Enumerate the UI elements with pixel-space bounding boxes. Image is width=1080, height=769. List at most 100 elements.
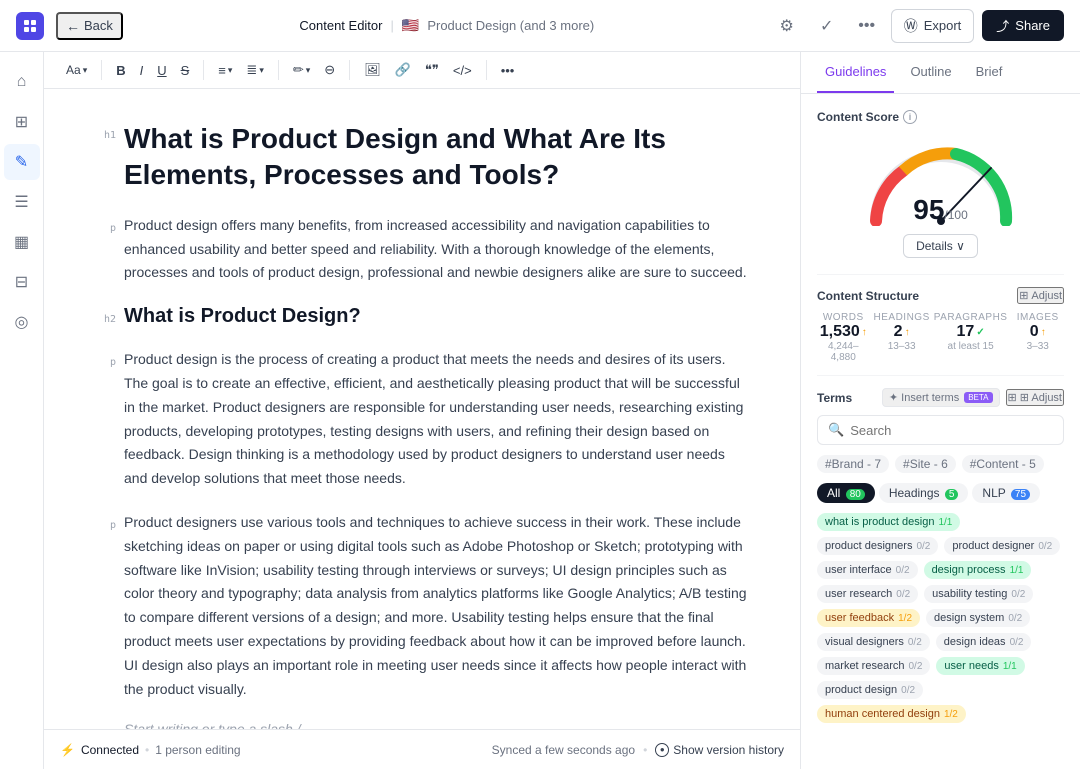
term-tag[interactable]: human centered design 1/2 <box>817 705 966 723</box>
structure-adjust-button[interactable]: ⊞ Adjust <box>1017 287 1064 304</box>
terms-adjust-button[interactable]: ⊞ ⊞ Adjust <box>1006 389 1064 406</box>
sidebar-item-chart[interactable]: ▦ <box>4 224 40 260</box>
hashtag-site[interactable]: #Site - 6 <box>895 455 956 473</box>
terms-search-box[interactable]: 🔍 <box>817 415 1064 445</box>
h1-tag: h1 <box>92 121 124 143</box>
toolbar-separator-3 <box>278 60 279 80</box>
term-tag[interactable]: design ideas 0/2 <box>936 633 1032 651</box>
editing-label: 1 person editing <box>155 743 240 757</box>
link-button[interactable]: 🔗 <box>389 58 417 82</box>
quote-button[interactable]: ❝❞ <box>419 58 445 82</box>
font-size-button[interactable]: Aa ▾ <box>60 59 93 81</box>
tab-guidelines[interactable]: Guidelines <box>817 52 894 93</box>
term-tag[interactable]: user interface 0/2 <box>817 561 918 579</box>
sidebar-item-edit[interactable]: ✎ <box>4 144 40 180</box>
term-tag[interactable]: market research 0/2 <box>817 657 930 675</box>
article-h2[interactable]: What is Product Design? <box>124 305 752 328</box>
right-panel: Guidelines Outline Brief Content Score i <box>800 52 1080 769</box>
term-tag[interactable]: product designer 0/2 <box>944 537 1060 555</box>
terms-search-input[interactable] <box>850 423 1053 438</box>
more-button[interactable]: ••• <box>851 10 883 42</box>
sidebar-item-target[interactable]: ◎ <box>4 304 40 340</box>
term-tag[interactable]: user needs 1/1 <box>936 657 1024 675</box>
structure-header: Content Structure ⊞ Adjust <box>817 287 1064 304</box>
italic-button[interactable]: I <box>134 59 150 82</box>
content-score-label: Content Score <box>817 110 899 124</box>
reduce-button[interactable]: ⊖ <box>318 58 341 82</box>
settings-button[interactable]: ⚙ <box>771 10 803 42</box>
sidebar-item-list[interactable]: ☰ <box>4 184 40 220</box>
words-label: WORDS <box>817 312 870 323</box>
term-tag[interactable]: user feedback 1/2 <box>817 609 920 627</box>
separator: | <box>390 18 393 33</box>
details-button[interactable]: Details ∨ <box>903 234 978 258</box>
code-button[interactable]: </> <box>447 59 478 82</box>
term-tag[interactable]: usability testing 0/2 <box>924 585 1033 603</box>
highlight-button[interactable]: ✏ ▾ <box>287 58 316 82</box>
term-tag[interactable]: user research 0/2 <box>817 585 918 603</box>
filter-all[interactable]: All 80 <box>817 483 875 503</box>
term-tag[interactable]: product design 0/2 <box>817 681 923 699</box>
history-icon: ● <box>655 743 669 757</box>
list-button[interactable]: ≣ ▾ <box>240 58 269 82</box>
term-tag[interactable]: product designers 0/2 <box>817 537 938 555</box>
editor-placeholder[interactable]: Start writing or type a slash / <box>124 721 301 729</box>
image-button[interactable]: 🖼 <box>358 58 387 82</box>
term-tag[interactable]: what is product design 1/1 <box>817 513 960 531</box>
terms-list: what is product design 1/1 product design… <box>817 513 1064 723</box>
image-icon: 🖼 <box>364 62 381 78</box>
hashtag-brand[interactable]: #Brand - 7 <box>817 455 889 473</box>
toolbar-more-button[interactable]: ••• <box>495 59 521 82</box>
sidebar-item-table[interactable]: ⊟ <box>4 264 40 300</box>
underline-button[interactable]: U <box>151 59 172 82</box>
article-p2[interactable]: Product design is the process of creatin… <box>124 348 752 491</box>
insert-terms-button[interactable]: ✦ Insert terms BETA <box>882 388 1000 407</box>
toolbar-separator-5 <box>486 60 487 80</box>
term-tag[interactable]: design system 0/2 <box>926 609 1030 627</box>
term-score: 1/1 <box>1010 565 1024 576</box>
topbar-center: Content Editor | 🇺🇸 Product Design (and … <box>135 17 759 34</box>
sidebar-item-home[interactable]: ⌂ <box>4 64 40 100</box>
toolbar-separator-4 <box>349 60 350 80</box>
quote-icon: ❝❞ <box>425 62 439 78</box>
headings-label: HEADINGS <box>874 312 930 323</box>
editor-content[interactable]: h1 What is Product Design and What Are I… <box>44 89 800 729</box>
sidebar-item-grid[interactable]: ⊞ <box>4 104 40 140</box>
h2-body[interactable]: What is Product Design? <box>124 305 752 328</box>
headings-range: 13–33 <box>874 341 930 352</box>
dropdown-chevron: ▾ <box>83 65 88 76</box>
p3-body[interactable]: Product designers use various tools and … <box>124 511 752 701</box>
align-button[interactable]: ≡ ▾ <box>212 59 238 82</box>
search-icon: 🔍 <box>828 422 844 438</box>
tab-brief[interactable]: Brief <box>968 52 1011 93</box>
info-icon[interactable]: i <box>903 110 917 124</box>
toolbar-font-group: Aa ▾ <box>60 59 93 81</box>
bold-button[interactable]: B <box>110 59 131 82</box>
p2-body[interactable]: Product design is the process of creatin… <box>124 348 752 491</box>
article-p1[interactable]: Product design offers many benefits, fro… <box>124 214 752 285</box>
placeholder-body[interactable]: Start writing or type a slash / <box>124 721 752 729</box>
article-title[interactable]: What is Product Design and What Are Its … <box>124 121 752 194</box>
term-tag[interactable]: design process 1/1 <box>924 561 1032 579</box>
back-button[interactable]: ← Back <box>56 12 123 40</box>
filter-headings[interactable]: Headings 5 <box>879 483 969 503</box>
share-button[interactable]: ⤴ Share <box>982 10 1064 41</box>
h1-body[interactable]: What is Product Design and What Are Its … <box>124 121 752 194</box>
term-label: market research <box>825 660 904 672</box>
adjust-label: Adjust <box>1031 290 1062 302</box>
term-tag[interactable]: visual designers 0/2 <box>817 633 930 651</box>
hashtag-content[interactable]: #Content - 5 <box>962 455 1044 473</box>
stat-images: IMAGES 0 ↑ 3–33 <box>1011 312 1064 363</box>
editor-toolbar: Aa ▾ B I U S ≡ ▾ ≣ ▾ <box>44 52 800 89</box>
term-label: usability testing <box>932 588 1007 600</box>
check-button[interactable]: ✓ <box>811 10 843 42</box>
tab-outline[interactable]: Outline <box>902 52 959 93</box>
nlp-count-badge: 75 <box>1011 489 1030 500</box>
filter-nlp[interactable]: NLP 75 <box>972 483 1040 503</box>
p1-body[interactable]: Product design offers many benefits, fro… <box>124 214 752 285</box>
version-history-link[interactable]: ● Show version history <box>655 743 784 757</box>
article-p3[interactable]: Product designers use various tools and … <box>124 511 752 701</box>
export-button[interactable]: Ⓦ Export <box>891 9 975 43</box>
term-score: 0/2 <box>1038 541 1052 552</box>
strikethrough-button[interactable]: S <box>175 59 196 82</box>
